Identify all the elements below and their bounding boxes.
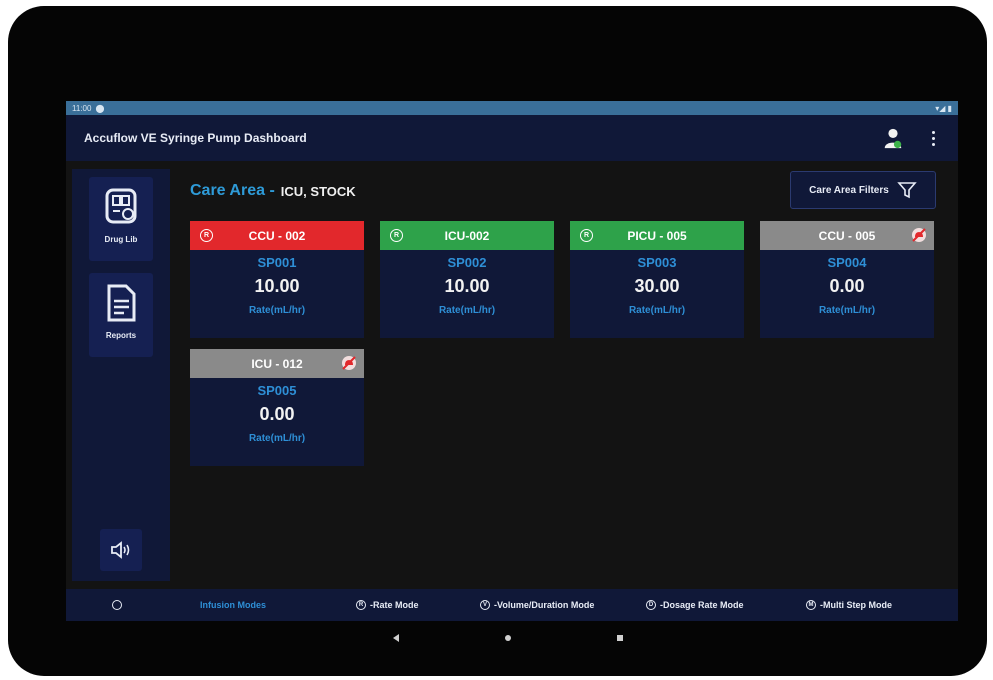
care-area-header: Care Area - ICU, STOCK [190, 177, 356, 205]
alarm-off-icon [912, 228, 926, 242]
recents-icon[interactable] [612, 630, 628, 646]
legend-item-label: -Volume/Duration Mode [494, 600, 595, 610]
pump-card-header: ICU - 012 [190, 349, 364, 378]
infusion-modes-legend: Infusion Modes R -Rate Mode V -Volume/Durat… [66, 589, 958, 621]
pump-location: ICU - 012 [251, 356, 303, 371]
sound-button[interactable] [100, 529, 142, 571]
pump-card[interactable]: ICU - 012 SP005 0.00 Rate(mL/hr) [190, 349, 364, 466]
alarm-off-icon [342, 356, 356, 370]
legend-item-label: -Dosage Rate Mode [660, 600, 744, 610]
pump-location: CCU - 002 [248, 228, 306, 243]
pump-id: SP005 [257, 383, 297, 398]
pump-location: CCU - 005 [818, 228, 876, 243]
mode-letter-icon: M [806, 600, 816, 610]
legend-item-label: -Multi Step Mode [820, 600, 892, 610]
pump-rate-label: Rate(mL/hr) [248, 305, 306, 316]
mode-badge-icon: R [390, 229, 403, 242]
app-screen: 11:00 ⬤ ▾◢ ▮ Accuflow VE Syringe Pump Da… [66, 101, 958, 621]
legend-item: M -Multi Step Mode [806, 589, 892, 621]
pump-id: SP003 [637, 255, 677, 270]
mode-badge-icon: R [580, 229, 593, 242]
home-icon[interactable] [500, 630, 516, 646]
status-time: 11:00 [72, 103, 92, 113]
pump-card[interactable]: R CCU - 002 SP001 10.00 Rate(mL/hr) [190, 221, 364, 338]
app-bar: Accuflow VE Syringe Pump Dashboard [66, 115, 958, 161]
pump-card[interactable]: R PICU - 005 SP003 30.00 Rate(mL/hr) [570, 221, 744, 338]
pump-card-header: R CCU - 002 [190, 221, 364, 250]
android-nav-bar [388, 626, 628, 650]
pump-rate-value: 0.00 [259, 404, 295, 424]
care-area-label: Care Area - [190, 182, 275, 199]
mode-letter-icon: V [480, 600, 490, 610]
legend-marker [112, 589, 122, 621]
pump-rate-label: Rate(mL/hr) [628, 305, 686, 316]
pump-rate-value: 30.00 [634, 276, 680, 296]
pump-card-header: R PICU - 005 [570, 221, 744, 250]
reports-label: Reports [105, 331, 137, 340]
pump-rate-label: Rate(mL/hr) [438, 305, 496, 316]
more-vertical-icon[interactable] [926, 127, 940, 149]
notification-icon: ⬤ [95, 103, 105, 113]
pump-rate-value: 0.00 [829, 276, 865, 296]
pump-card-header: R ICU-002 [380, 221, 554, 250]
user-icon[interactable] [882, 127, 904, 149]
pump-location: PICU - 005 [627, 228, 687, 243]
status-bar: 11:00 ⬤ ▾◢ ▮ [66, 101, 958, 115]
care-area-filters-label: Care Area Filters [809, 184, 889, 196]
pump-id: SP004 [827, 255, 867, 270]
drug-library-button[interactable]: Drug Lib [89, 177, 153, 261]
pump-rate-value: 10.00 [254, 276, 300, 296]
care-area-value: ICU, STOCK [280, 183, 356, 199]
status-signal-icons: ▾◢ ▮ [935, 103, 952, 113]
tablet-frame: 11:00 ⬤ ▾◢ ▮ Accuflow VE Syringe Pump Da… [8, 6, 987, 676]
legend-heading: Infusion Modes [200, 600, 266, 610]
pump-card[interactable]: R ICU-002 SP002 10.00 Rate(mL/hr) [380, 221, 554, 338]
legend-item: R -Rate Mode [356, 589, 419, 621]
drug-library-icon [105, 188, 137, 224]
legend-item-label: -Rate Mode [370, 600, 419, 610]
filter-icon [897, 182, 917, 199]
mode-badge-icon: R [200, 229, 213, 242]
pump-card-header: CCU - 005 [760, 221, 934, 250]
care-area-filters-button[interactable]: Care Area Filters [790, 171, 936, 209]
pump-id: SP001 [257, 255, 297, 270]
mode-letter-icon: R [356, 600, 366, 610]
mode-letter-icon: D [646, 600, 656, 610]
reports-button[interactable]: Reports [89, 273, 153, 357]
app-title: Accuflow VE Syringe Pump Dashboard [84, 131, 307, 145]
pump-location: ICU-002 [444, 228, 490, 243]
pump-rate-label: Rate(mL/hr) [818, 305, 876, 316]
pump-id: SP002 [447, 255, 487, 270]
pump-rate-value: 10.00 [444, 276, 490, 296]
sidebar: Drug Lib Reports [72, 169, 170, 581]
legend-dot-icon [112, 600, 122, 610]
drug-library-label: Drug Lib [104, 235, 138, 244]
legend-item: D -Dosage Rate Mode [646, 589, 744, 621]
legend-item: V -Volume/Duration Mode [480, 589, 594, 621]
speaker-icon [111, 541, 130, 559]
back-icon[interactable] [388, 630, 404, 646]
pump-card[interactable]: CCU - 005 SP004 0.00 Rate(mL/hr) [760, 221, 934, 338]
pump-rate-label: Rate(mL/hr) [248, 433, 306, 444]
reports-icon [107, 284, 136, 322]
